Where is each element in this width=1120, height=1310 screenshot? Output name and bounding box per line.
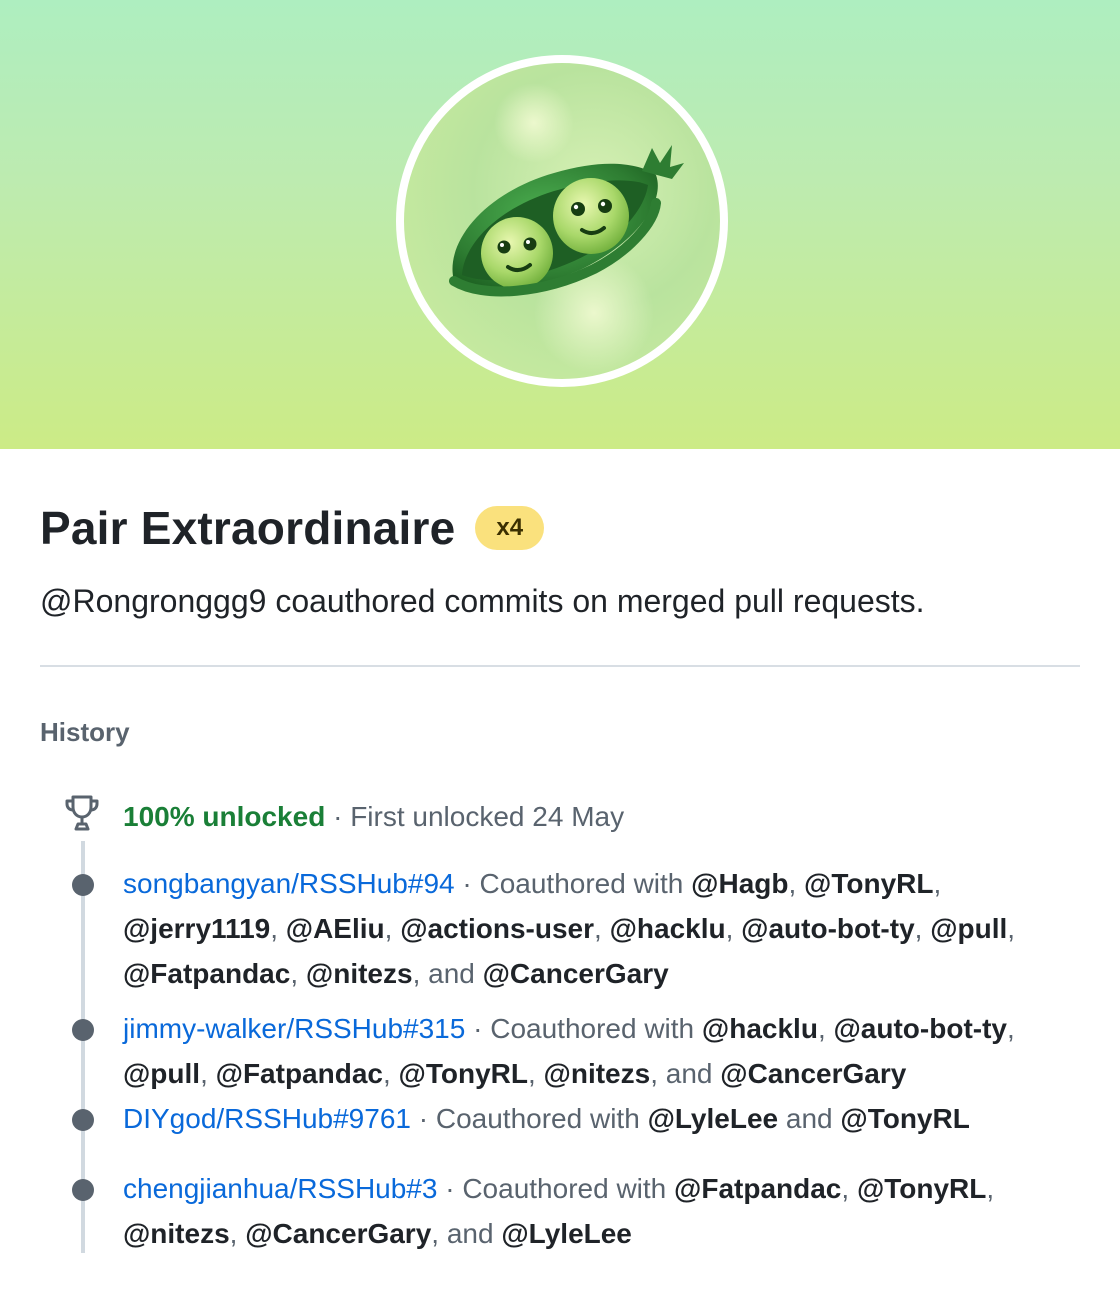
unlock-summary: 100% unlocked · First unlocked 24 May	[123, 801, 624, 833]
coauthored-prefix: · Coauthored with	[410, 1103, 648, 1134]
user-separator: ,	[527, 1058, 544, 1089]
coauthor-user-link[interactable]: @AEliu	[286, 913, 385, 944]
achievement-hero-banner	[0, 0, 1120, 449]
achievement-badge	[396, 55, 728, 387]
coauthor-user-link[interactable]: @jerry1119	[123, 913, 270, 944]
achievement-title: Pair Extraordinaire	[40, 502, 456, 554]
user-separator: ,	[1007, 913, 1016, 944]
coauthor-user-link[interactable]: @LyleLee	[501, 1218, 632, 1249]
coauthor-user-link[interactable]: @actions-user	[400, 913, 594, 944]
coauthor-user-link[interactable]: @Hagb	[691, 868, 788, 899]
user-separator: ,	[200, 1058, 216, 1089]
coauthor-user-link[interactable]: @TonyRL	[804, 868, 933, 899]
unlock-status: 100% unlocked	[123, 801, 326, 832]
user-separator: ,	[788, 868, 805, 899]
tier-count-badge: x4	[475, 506, 545, 550]
coauthor-user-link[interactable]: @TonyRL	[840, 1103, 969, 1134]
user-separator: ,	[841, 1173, 857, 1204]
coauthor-user-link[interactable]: @hacklu	[702, 1013, 818, 1044]
coauthored-prefix: · Coauthored with	[454, 868, 692, 899]
first-unlocked-date: First unlocked 24 May	[350, 801, 625, 832]
history-entry: songbangyan/RSSHub#94 · Coauthored with …	[123, 861, 1083, 996]
coauthor-user-link[interactable]: @hacklu	[610, 913, 726, 944]
user-separator: ,	[594, 913, 610, 944]
user-separator: ,	[986, 1173, 995, 1204]
user-separator: ,	[270, 913, 286, 944]
divider	[40, 665, 1080, 667]
timeline-dot	[72, 1109, 94, 1131]
coauthor-user-link[interactable]: @nitezs	[306, 958, 413, 989]
user-separator: ,	[817, 1013, 834, 1044]
user-separator: ,	[382, 1058, 399, 1089]
pull-request-link[interactable]: songbangyan/RSSHub#94	[123, 868, 455, 899]
pea-pod-icon	[449, 83, 684, 373]
user-separator: ,	[725, 913, 742, 944]
separator: ·	[325, 801, 351, 832]
coauthor-user-link[interactable]: @TonyRL	[399, 1058, 528, 1089]
coauthor-user-link[interactable]: @Fatpandac	[123, 958, 290, 989]
pull-request-link[interactable]: DIYgod/RSSHub#9761	[123, 1103, 411, 1134]
pull-request-link[interactable]: jimmy-walker/RSSHub#315	[123, 1013, 465, 1044]
coauthor-user-link[interactable]: @Fatpandac	[216, 1058, 383, 1089]
timeline-dot	[72, 1019, 94, 1041]
coauthor-user-link[interactable]: @pull	[930, 913, 1007, 944]
coauthor-user-link[interactable]: @nitezs	[544, 1058, 651, 1089]
coauthor-user-link[interactable]: @pull	[123, 1058, 200, 1089]
title-row: Pair Extraordinaire x4	[40, 501, 545, 555]
coauthor-user-link[interactable]: @nitezs	[123, 1218, 230, 1249]
timeline-dot	[72, 874, 94, 896]
history-heading: History	[40, 717, 130, 747]
coauthor-user-link[interactable]: @Fatpandac	[674, 1173, 841, 1204]
coauthor-user-link[interactable]: @CancerGary	[245, 1218, 431, 1249]
user-separator: ,	[1006, 1013, 1015, 1044]
achievement-description: @Rongronggg9 coauthored commits on merge…	[40, 583, 925, 619]
user-separator: ,	[229, 1218, 246, 1249]
user-separator: ,	[290, 958, 306, 989]
user-separator: ,	[933, 868, 942, 899]
history-entry: jimmy-walker/RSSHub#315 · Coauthored wit…	[123, 1006, 1083, 1096]
coauthor-user-link[interactable]: @auto-bot-ty	[834, 1013, 1007, 1044]
coauthored-prefix: · Coauthored with	[465, 1013, 702, 1044]
coauthor-user-link[interactable]: @CancerGary	[720, 1058, 906, 1089]
coauthor-user-link[interactable]: @auto-bot-ty	[741, 913, 914, 944]
coauthored-prefix: · Coauthored with	[437, 1173, 675, 1204]
user-separator: , and	[431, 1218, 502, 1249]
coauthor-user-link[interactable]: @LyleLee	[648, 1103, 779, 1134]
user-separator: and	[778, 1103, 841, 1134]
pull-request-link[interactable]: chengjianhua/RSSHub#3	[123, 1173, 437, 1204]
user-separator: ,	[914, 913, 931, 944]
history-entry: DIYgod/RSSHub#9761 · Coauthored with @Ly…	[123, 1096, 1083, 1141]
timeline-dot	[72, 1179, 94, 1201]
user-separator: ,	[384, 913, 401, 944]
history-entry: chengjianhua/RSSHub#3 · Coauthored with …	[123, 1166, 1083, 1256]
user-separator: , and	[650, 1058, 721, 1089]
coauthor-user-link[interactable]: @TonyRL	[857, 1173, 986, 1204]
coauthor-user-link[interactable]: @CancerGary	[483, 958, 669, 989]
trophy-icon	[65, 795, 99, 831]
user-separator: , and	[412, 958, 483, 989]
